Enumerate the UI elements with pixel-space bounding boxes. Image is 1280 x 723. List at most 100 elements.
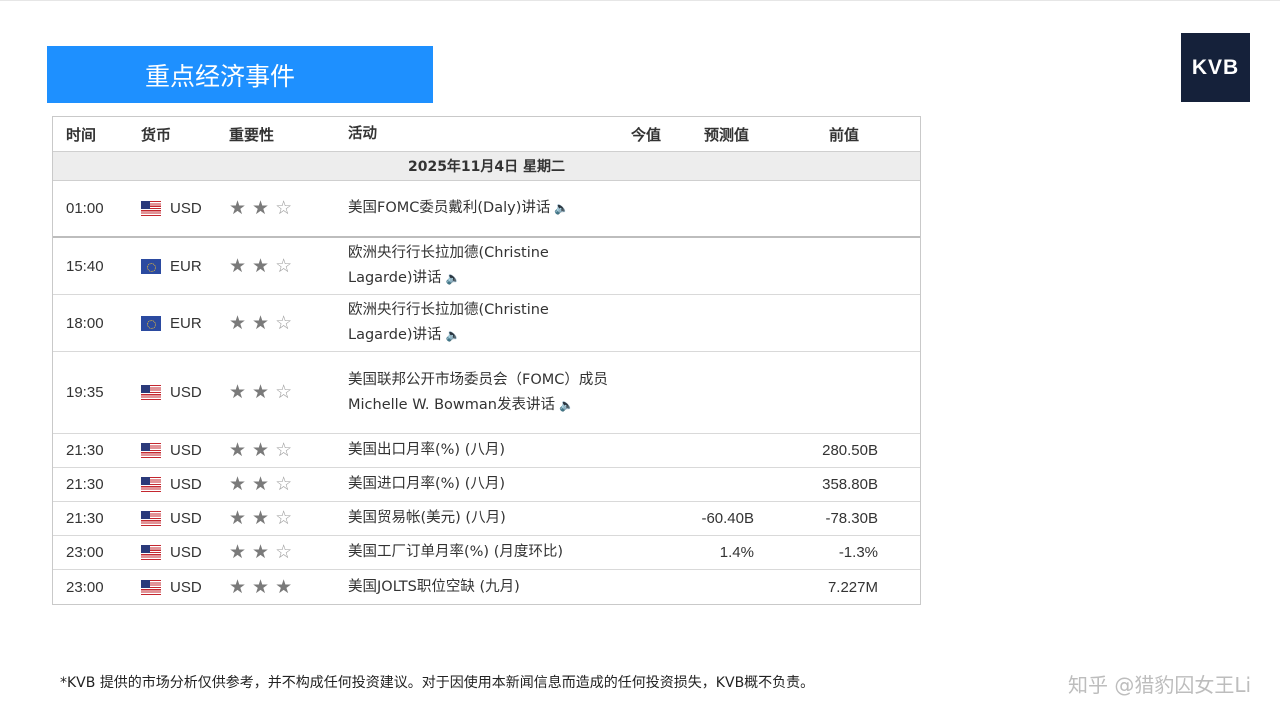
event-time: 15:40 bbox=[66, 257, 104, 275]
event-time: 01:00 bbox=[66, 200, 104, 217]
currency-code: USD bbox=[170, 544, 202, 561]
currency-cell: USD bbox=[141, 384, 229, 401]
currency-code: USD bbox=[170, 510, 202, 527]
table-row[interactable]: 18:00 EUR ★ ★ ☆ 欧洲央行行长拉加德(Christine Lagarde)讲… bbox=[53, 295, 920, 352]
table-header: 时间 货币 重要性 活动 今值 预测值 前值 bbox=[53, 117, 920, 151]
previous-value: 358.80B bbox=[822, 476, 878, 493]
header-forecast: 预测值 bbox=[704, 125, 750, 144]
banner-title: 重点经济事件 bbox=[144, 61, 295, 91]
star-filled-icon: ★ bbox=[229, 440, 247, 461]
importance-stars: ★ ★ ☆ bbox=[229, 509, 348, 528]
event-name: 美国出口月率(%) (八月) bbox=[348, 438, 610, 463]
currency-cell: EUR bbox=[141, 315, 229, 332]
star-filled-icon: ★ bbox=[229, 255, 247, 277]
previous-value: 7.227M bbox=[827, 578, 878, 596]
currency-cell: USD bbox=[141, 442, 229, 459]
header-event: 活动 bbox=[348, 125, 377, 142]
star-filled-icon: ★ bbox=[229, 576, 247, 598]
importance-stars: ★ ★ ☆ bbox=[229, 441, 348, 460]
us-flag-icon bbox=[141, 385, 161, 400]
previous-value: -1.3% bbox=[838, 544, 878, 561]
speaker-icon[interactable]: 🔈 bbox=[446, 271, 461, 285]
currency-cell: USD bbox=[141, 200, 229, 217]
event-text: 美国工厂订单月率(%) (月度环比) bbox=[348, 544, 564, 560]
watermark-text: 知乎 @猎豹囚女王Li bbox=[1068, 673, 1252, 697]
currency-code: USD bbox=[170, 200, 202, 217]
currency-code: EUR bbox=[170, 314, 202, 332]
star-filled-icon: ★ bbox=[252, 198, 270, 219]
kvb-logo: KVB bbox=[1181, 33, 1250, 102]
importance-stars: ★ ★ ☆ bbox=[229, 475, 348, 494]
importance-stars: ★ ★ ☆ bbox=[229, 199, 348, 218]
star-empty-icon: ☆ bbox=[275, 198, 293, 219]
table-row[interactable]: 23:00 USD ★ ★ ★ 美国JOLTS职位空缺 (九月) 7.227M bbox=[53, 570, 920, 604]
table-row[interactable]: 21:30 USD ★ ★ ☆ 美国贸易帐(美元) (八月) -60.40B -78.30B bbox=[53, 502, 920, 536]
star-empty-icon: ☆ bbox=[275, 542, 293, 563]
currency-code: USD bbox=[170, 442, 202, 459]
event-name: 美国JOLTS职位空缺 (九月) bbox=[348, 575, 610, 600]
star-filled-icon: ★ bbox=[252, 576, 270, 598]
star-filled-icon: ★ bbox=[252, 542, 270, 563]
us-flag-icon bbox=[141, 443, 161, 458]
event-name: 美国工厂订单月率(%) (月度环比) bbox=[348, 540, 610, 565]
event-time: 21:30 bbox=[66, 442, 104, 459]
us-flag-icon bbox=[141, 579, 161, 595]
economic-calendar-table: 时间 货币 重要性 活动 今值 预测值 前值 2025年11月4日 星期二 01… bbox=[52, 116, 921, 605]
currency-cell: EUR bbox=[141, 258, 229, 275]
event-name: 美国联邦公开市场委员会（FOMC）成员Michelle W. Bowman发表讲… bbox=[348, 368, 610, 418]
event-text: 美国进口月率(%) (八月) bbox=[348, 476, 506, 492]
importance-stars: ★ ★ ☆ bbox=[229, 314, 348, 333]
section-banner: 重点经济事件 bbox=[47, 46, 433, 103]
table-row[interactable]: 21:30 USD ★ ★ ☆ 美国进口月率(%) (八月) 358.80B bbox=[53, 468, 920, 502]
us-flag-icon bbox=[141, 201, 161, 216]
currency-cell: USD bbox=[141, 544, 229, 561]
importance-stars: ★ ★ ☆ bbox=[229, 257, 348, 276]
star-empty-icon: ☆ bbox=[275, 255, 293, 277]
event-text: 美国FOMC委员戴利(Daly)讲话 bbox=[348, 200, 551, 216]
forecast-value: 1.4% bbox=[719, 544, 754, 561]
event-text: 美国贸易帐(美元) (八月) bbox=[348, 510, 506, 526]
us-flag-icon bbox=[141, 477, 161, 492]
previous-value: -78.30B bbox=[825, 510, 878, 527]
event-time: 21:30 bbox=[66, 476, 104, 493]
table-row[interactable]: 15:40 EUR ★ ★ ☆ 欧洲央行行长拉加德(Christine Lagarde)讲… bbox=[53, 238, 920, 295]
event-time: 19:35 bbox=[66, 384, 104, 401]
event-text: 美国出口月率(%) (八月) bbox=[348, 442, 506, 458]
speaker-icon[interactable]: 🔈 bbox=[554, 201, 569, 215]
header-actual: 今值 bbox=[631, 125, 662, 144]
star-empty-icon: ☆ bbox=[275, 508, 293, 529]
table-row[interactable]: 21:30 USD ★ ★ ☆ 美国出口月率(%) (八月) 280.50B bbox=[53, 434, 920, 468]
table-row[interactable]: 19:35 USD ★ ★ ☆ 美国联邦公开市场委员会（FOMC）成员Michelle W… bbox=[53, 352, 920, 434]
speaker-icon[interactable]: 🔈 bbox=[446, 328, 461, 342]
star-filled-icon: ★ bbox=[252, 255, 270, 277]
star-filled-icon: ★ bbox=[252, 382, 270, 403]
currency-code: USD bbox=[170, 578, 202, 596]
logo-text: KVB bbox=[1191, 55, 1240, 79]
currency-cell: USD bbox=[141, 510, 229, 527]
star-filled-icon: ★ bbox=[229, 508, 247, 529]
importance-stars: ★ ★ ☆ bbox=[229, 383, 348, 402]
star-filled-icon: ★ bbox=[229, 382, 247, 403]
star-filled-icon: ★ bbox=[229, 312, 247, 334]
star-empty-icon: ☆ bbox=[275, 474, 293, 495]
star-filled-icon: ★ bbox=[252, 312, 270, 334]
star-filled-icon: ★ bbox=[252, 474, 270, 495]
disclaimer-text: *KVB 提供的市场分析仅供参考，并不构成任何投资建议。对于因使用本新闻信息而造… bbox=[60, 675, 815, 691]
event-time: 23:00 bbox=[66, 544, 104, 561]
star-filled-icon: ★ bbox=[229, 198, 247, 219]
event-name: 美国进口月率(%) (八月) bbox=[348, 472, 610, 497]
forecast-value: -60.40B bbox=[701, 510, 754, 527]
eu-flag-icon bbox=[141, 258, 161, 274]
event-time: 18:00 bbox=[66, 314, 104, 332]
table-row[interactable]: 01:00 USD ★ ★ ☆ 美国FOMC委员戴利(Daly)讲话 🔈 bbox=[53, 181, 920, 238]
importance-stars: ★ ★ ★ bbox=[229, 578, 348, 597]
event-time: 23:00 bbox=[66, 578, 104, 596]
currency-code: EUR bbox=[170, 257, 202, 275]
date-label: 2025年11月4日 星期二 bbox=[407, 159, 566, 175]
event-name: 欧洲央行行长拉加德(Christine Lagarde)讲话 🔈 bbox=[348, 241, 610, 291]
previous-value: 280.50B bbox=[822, 442, 878, 459]
event-name: 美国贸易帐(美元) (八月) bbox=[348, 506, 610, 531]
table-row[interactable]: 23:00 USD ★ ★ ☆ 美国工厂订单月率(%) (月度环比) 1.4% -1.3% bbox=[53, 536, 920, 570]
speaker-icon[interactable]: 🔈 bbox=[559, 398, 574, 412]
us-flag-icon bbox=[141, 545, 161, 560]
